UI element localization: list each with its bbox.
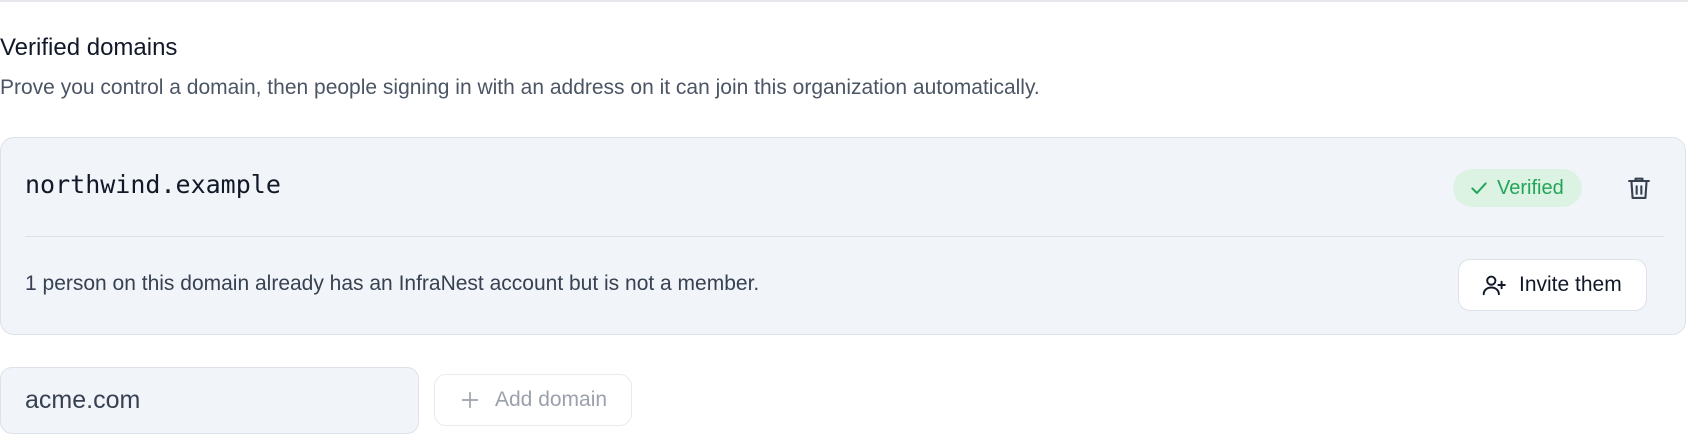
section-description: Prove you control a domain, then people … (0, 76, 1040, 99)
section-title: Verified domains (0, 34, 178, 61)
invite-button-label: Invite them (1519, 273, 1622, 296)
trash-icon (1628, 177, 1650, 199)
check-icon (1471, 182, 1487, 194)
add-domain-label: Add domain (495, 388, 608, 411)
domain-row: northwind.example Verified (1, 138, 1685, 236)
status-badge-label: Verified (1497, 176, 1564, 199)
top-divider (0, 0, 1688, 2)
add-domain-button[interactable]: Add domain (434, 374, 633, 426)
member-notice: 1 person on this domain already has an I… (25, 272, 760, 295)
domain-name: northwind.example (25, 170, 281, 199)
user-plus-icon (1482, 275, 1506, 296)
status-badge: Verified (1453, 169, 1582, 207)
plus-icon (461, 391, 479, 409)
domain-input[interactable] (0, 367, 419, 434)
invite-them-button[interactable]: Invite them (1458, 259, 1647, 311)
delete-domain-button[interactable] (1619, 168, 1659, 208)
unaffiliated-members-row: 1 person on this domain already has an I… (1, 237, 1685, 335)
domain-card: northwind.example Verified 1 person on t… (0, 137, 1686, 335)
